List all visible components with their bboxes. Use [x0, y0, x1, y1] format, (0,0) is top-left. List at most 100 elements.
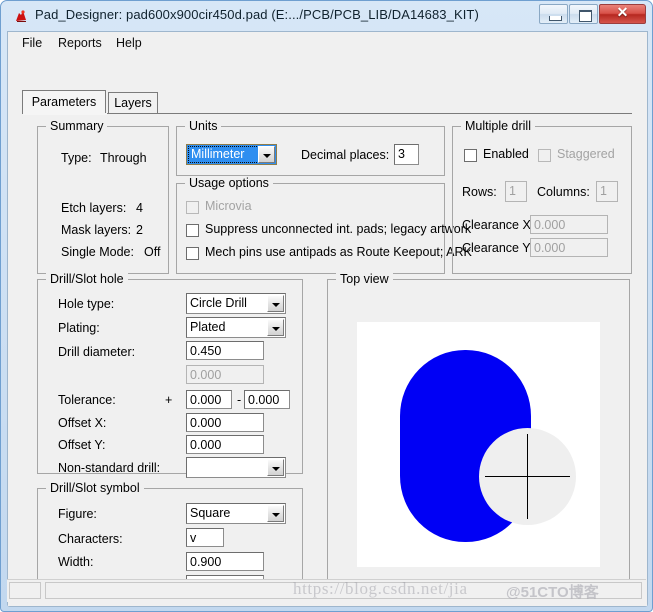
characters-label: Characters:	[58, 532, 123, 546]
clearance-x-input[interactable]: 0.000	[530, 215, 608, 234]
units-combo[interactable]: Millimeter	[186, 144, 277, 165]
tolerance-plus-input[interactable]: 0.000	[186, 390, 232, 409]
characters-input[interactable]: v	[186, 528, 224, 547]
non-standard-drill-label: Non-standard drill:	[58, 461, 160, 475]
hole-type-value: Circle Drill	[190, 296, 247, 310]
usage-options-group: Usage options Microvia Suppress unconnec…	[176, 183, 445, 274]
app-icon	[13, 8, 29, 24]
offset-y-input[interactable]: 0.000	[186, 435, 264, 454]
chevron-down-icon[interactable]	[258, 146, 275, 163]
summary-mask-value: 2	[136, 223, 143, 237]
status-bar	[7, 579, 646, 602]
chevron-down-icon[interactable]	[267, 505, 284, 522]
close-button[interactable]: ✕	[599, 4, 646, 24]
maximize-button[interactable]	[569, 4, 598, 24]
drill-slot-symbol-legend: Drill/Slot symbol	[46, 481, 144, 495]
columns-label: Columns:	[537, 185, 590, 199]
plating-value: Plated	[190, 320, 225, 334]
top-view-group: Top view	[327, 279, 630, 600]
decimal-places-label: Decimal places:	[301, 148, 389, 162]
menu-bar: File Reports Help	[8, 32, 647, 55]
summary-type-label: Type:	[61, 151, 92, 165]
multiple-drill-group: Multiple drill Enabled Staggered Rows: 1…	[452, 126, 632, 274]
clearance-x-label: Clearance X:	[462, 218, 534, 232]
tab-strip: Parameters Layers	[22, 92, 632, 114]
tab-active-mask	[23, 113, 107, 115]
width-label: Width:	[58, 555, 93, 569]
microvia-label: Microvia	[205, 199, 252, 213]
summary-legend: Summary	[46, 119, 107, 133]
clearance-y-label: Clearance Y:	[462, 241, 533, 255]
client-area: Parameters Layers Summary Type: Through …	[8, 54, 647, 606]
offset-x-label: Offset X:	[58, 416, 106, 430]
columns-input[interactable]: 1	[596, 181, 618, 202]
tolerance-label: Tolerance:	[58, 393, 116, 407]
multiple-drill-legend: Multiple drill	[461, 119, 535, 133]
usage-options-legend: Usage options	[185, 176, 273, 190]
summary-group: Summary Type: Through Etch layers: 4 Mas…	[37, 126, 169, 274]
top-view-legend: Top view	[336, 272, 393, 286]
summary-mask-label: Mask layers:	[61, 223, 131, 237]
summary-type-value: Through	[100, 151, 147, 165]
chevron-down-icon[interactable]	[267, 295, 284, 312]
multiple-drill-enabled-label: Enabled	[483, 147, 529, 161]
clearance-y-input[interactable]: 0.000	[530, 238, 608, 257]
decimal-places-input[interactable]: 3	[394, 144, 419, 165]
crosshair-vertical-icon	[527, 434, 528, 519]
menu-reports[interactable]: Reports	[52, 35, 108, 53]
checkbox-box-microvia	[186, 201, 199, 214]
plating-combo[interactable]: Plated	[186, 317, 286, 338]
top-view-canvas[interactable]	[357, 322, 600, 567]
pad-shape-oblong	[400, 350, 531, 542]
offset-y-label: Offset Y:	[58, 438, 106, 452]
status-pane-left	[9, 582, 41, 599]
rows-input[interactable]: 1	[505, 181, 527, 202]
plating-label: Plating:	[58, 321, 100, 335]
summary-single-mode-label: Single Mode:	[61, 245, 134, 259]
menu-file[interactable]: File	[16, 35, 48, 53]
checkbox-box-enabled[interactable]	[464, 149, 477, 162]
summary-single-mode-value: Off	[144, 245, 160, 259]
window-body: File Reports Help Parameters Layers Summ…	[7, 31, 648, 607]
minimize-icon	[549, 16, 562, 21]
drill-diameter-label: Drill diameter:	[58, 345, 135, 359]
units-group: Units Millimeter Decimal places: 3	[176, 126, 445, 176]
chevron-down-icon[interactable]	[267, 459, 284, 476]
drill-slot-hole-legend: Drill/Slot hole	[46, 272, 128, 286]
window-title: Pad_Designer: pad600x900cir450d.pad (E:.…	[35, 7, 479, 22]
drill-diameter-input[interactable]: 0.450	[186, 341, 264, 360]
units-legend: Units	[185, 119, 221, 133]
offset-x-input[interactable]: 0.000	[186, 413, 264, 432]
maximize-icon	[579, 10, 592, 22]
hole-type-label: Hole type:	[58, 297, 114, 311]
tab-parameters[interactable]: Parameters	[22, 90, 106, 114]
figure-combo[interactable]: Square	[186, 503, 286, 524]
status-pane-right	[45, 582, 642, 599]
summary-etch-value: 4	[136, 201, 143, 215]
title-bar: Pad_Designer: pad600x900cir450d.pad (E:.…	[2, 2, 651, 31]
tab-layers[interactable]: Layers	[108, 92, 158, 113]
checkbox-box-suppress[interactable]	[186, 224, 199, 237]
drill-slot-hole-group: Drill/Slot hole Hole type: Circle Drill …	[37, 279, 303, 474]
suppress-unconnected-label: Suppress unconnected int. pads; legacy a…	[205, 222, 471, 236]
non-standard-drill-combo[interactable]	[186, 457, 286, 478]
chevron-down-icon[interactable]	[267, 319, 284, 336]
figure-value: Square	[190, 506, 230, 520]
mech-pins-label: Mech pins use antipads as Route Keepout;…	[205, 245, 472, 259]
hole-type-combo[interactable]: Circle Drill	[186, 293, 286, 314]
application-window: Pad_Designer: pad600x900cir450d.pad (E:.…	[0, 0, 653, 612]
width-input[interactable]: 0.900	[186, 552, 264, 571]
tolerance-minus-input[interactable]: 0.000	[244, 390, 290, 409]
tolerance-plus-sign: +	[165, 393, 172, 407]
rows-label: Rows:	[462, 185, 497, 199]
drill-diameter-secondary-input[interactable]: 0.000	[186, 365, 264, 384]
figure-label: Figure:	[58, 507, 97, 521]
tolerance-minus-sign: -	[237, 393, 241, 407]
summary-etch-label: Etch layers:	[61, 201, 126, 215]
checkbox-box-mech-pins[interactable]	[186, 247, 199, 260]
close-icon: ✕	[600, 5, 645, 23]
minimize-button[interactable]	[539, 4, 568, 24]
multiple-drill-staggered-label: Staggered	[557, 147, 615, 161]
checkbox-box-staggered	[538, 149, 551, 162]
menu-help[interactable]: Help	[110, 35, 148, 53]
